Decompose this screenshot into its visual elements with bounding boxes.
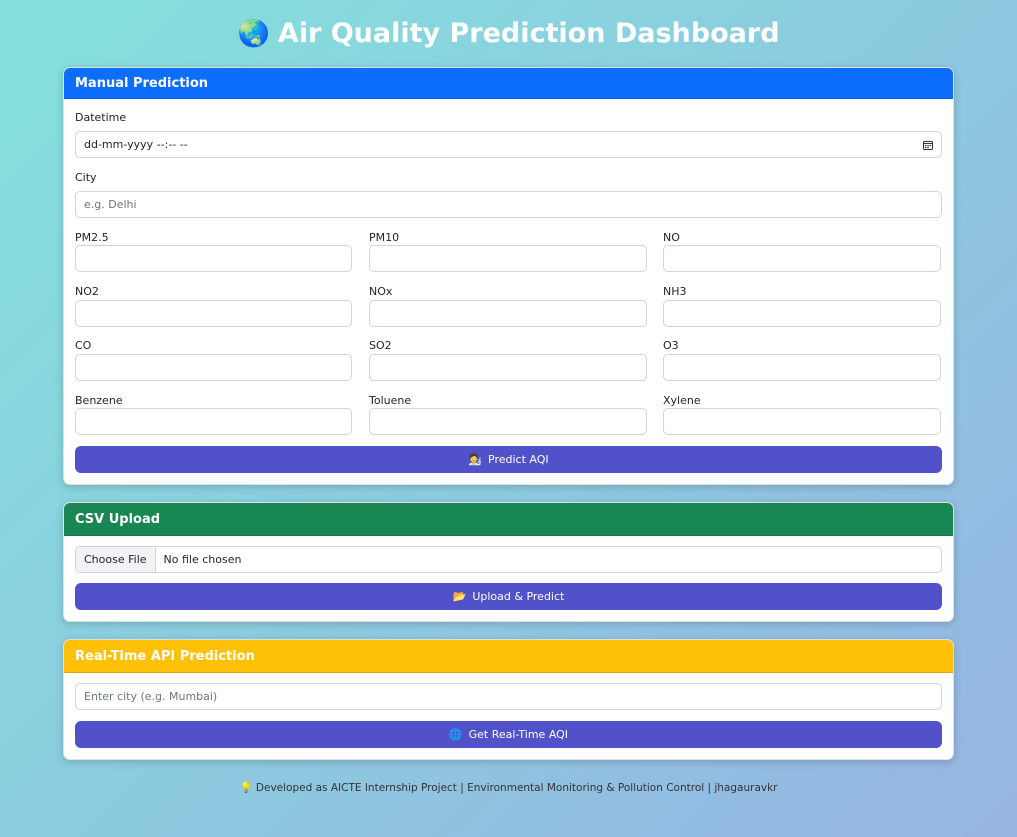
realtime-title: Real-Time API Prediction [75,648,255,664]
no2-input[interactable] [75,300,352,327]
toluene-label: Toluene [369,394,412,407]
toluene-input[interactable] [369,408,647,435]
nox-input[interactable] [369,300,647,327]
csv-upload-body: Choose File No file chosen 📂 Upload & Pr… [64,536,953,621]
realtime-card: Real-Time API Prediction 🌐 Get Real-Time… [63,639,954,760]
globe-network-icon: 🌐 [448,728,463,741]
datetime-input[interactable]: dd-mm-yyyy --:-- -- [75,131,942,158]
xylene-input[interactable] [663,408,941,435]
pm10-input[interactable] [369,245,647,272]
get-realtime-aqi-button[interactable]: 🌐 Get Real-Time AQI [75,721,942,748]
choose-file-button[interactable]: Choose File [76,547,156,572]
predict-aqi-label: Predict AQI [488,453,549,466]
footer-text: Developed as AICTE Internship Project | … [255,782,778,794]
file-input[interactable]: Choose File No file chosen [75,546,942,573]
manual-prediction-title: Manual Prediction [75,75,209,91]
csv-upload-card: CSV Upload Choose File No file chosen 📂 … [63,502,954,622]
no2-label: NO2 [75,285,99,298]
pm25-input[interactable] [75,245,352,272]
page-title-text: Air Quality Prediction Dashboard [277,18,780,49]
o3-input[interactable] [663,354,941,381]
get-realtime-aqi-label: Get Real-Time AQI [468,728,569,741]
so2-input[interactable] [369,354,647,381]
realtime-body: 🌐 Get Real-Time AQI [64,673,953,759]
nox-label: NOx [369,285,393,298]
csv-upload-title: CSV Upload [75,511,161,527]
footer: 💡 Developed as AICTE Internship Project … [0,781,1017,794]
benzene-label: Benzene [75,394,123,407]
manual-prediction-header: Manual Prediction [64,68,953,99]
no-label: NO [663,231,680,244]
city-input[interactable] [75,191,942,218]
so2-label: SO2 [369,339,392,352]
realtime-city-input[interactable] [75,683,942,710]
file-status: No file chosen [163,553,242,566]
scientist-icon: 🧑‍🔬 [468,453,483,466]
city-label: City [75,171,97,184]
calendar-icon[interactable] [923,140,933,150]
upload-predict-label: Upload & Predict [472,590,565,603]
no-input[interactable] [663,245,941,272]
pm25-label: PM2.5 [75,231,109,244]
lightbulb-icon: 💡 [239,782,253,794]
upload-predict-button[interactable]: 📂 Upload & Predict [75,583,942,610]
xylene-label: Xylene [663,394,701,407]
o3-label: O3 [663,339,679,352]
page-title: 🌏 Air Quality Prediction Dashboard [0,16,1017,52]
manual-prediction-body: Datetime dd-mm-yyyy --:-- -- City PM2.5 … [64,99,953,484]
co-label: CO [75,339,92,352]
csv-upload-header: CSV Upload [64,503,953,536]
pm10-label: PM10 [369,231,400,244]
datetime-value: dd-mm-yyyy --:-- -- [84,138,188,151]
datetime-label: Datetime [75,111,127,124]
nh3-label: NH3 [663,285,687,298]
manual-prediction-card: Manual Prediction Datetime dd-mm-yyyy --… [63,67,954,485]
folder-icon: 📂 [452,590,467,603]
realtime-header: Real-Time API Prediction [64,640,953,673]
co-input[interactable] [75,354,352,381]
globe-icon: 🌏 [237,19,270,49]
benzene-input[interactable] [75,408,352,435]
nh3-input[interactable] [663,300,941,327]
predict-aqi-button[interactable]: 🧑‍🔬 Predict AQI [75,446,942,473]
